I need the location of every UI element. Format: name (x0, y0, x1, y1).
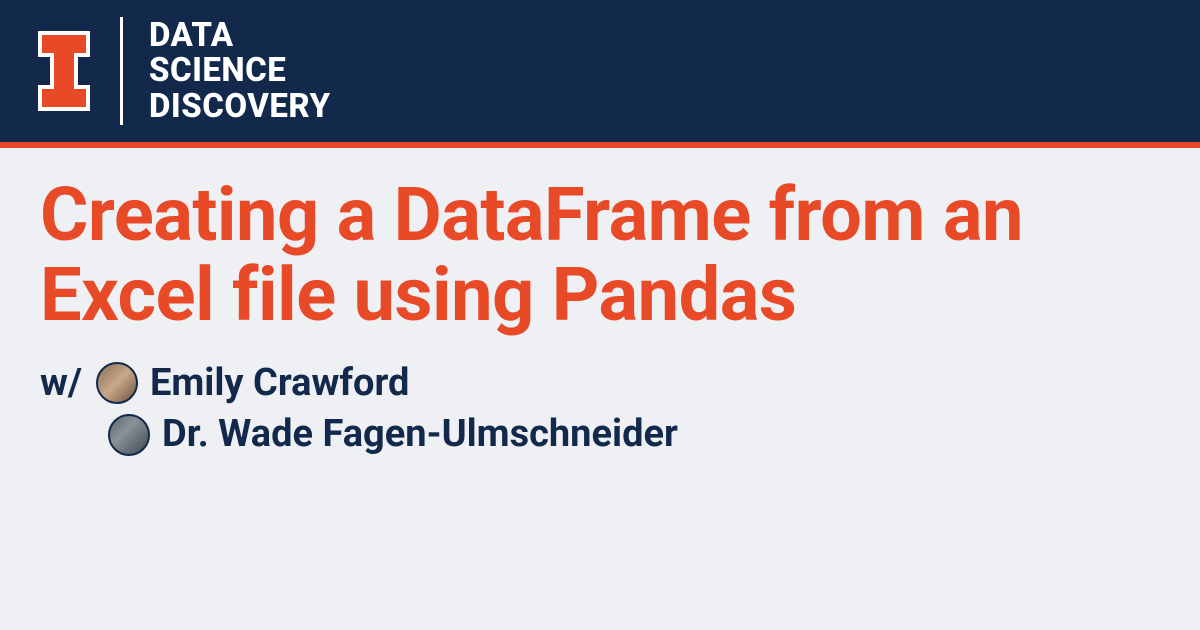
author-row-1: w/ Emily Crawford (40, 358, 1160, 409)
author-name-2: Dr. Wade Fagen-Ulmschneider (162, 409, 678, 460)
header-divider (120, 17, 123, 125)
authors-block: w/ Emily Crawford Dr. Wade Fagen-Ulmschn… (40, 358, 1160, 461)
content-area: Creating a DataFrame from an Excel file … (0, 148, 1200, 460)
page-title: Creating a DataFrame from an Excel file … (40, 176, 1160, 336)
author-row-2: Dr. Wade Fagen-Ulmschneider (108, 409, 1160, 460)
site-wordmark: DATA SCIENCE DISCOVERY (149, 18, 331, 125)
wordmark-line-2: SCIENCE (149, 53, 331, 89)
authors-prefix: w/ (40, 358, 82, 409)
author-name-1: Emily Crawford (150, 358, 409, 409)
block-i-icon (36, 29, 92, 113)
wordmark-line-1: DATA (149, 18, 331, 54)
header-bar: DATA SCIENCE DISCOVERY (0, 0, 1200, 148)
illinois-block-i-logo (36, 29, 92, 113)
avatar-emily (96, 362, 138, 404)
wordmark-line-3: DISCOVERY (149, 89, 331, 125)
avatar-wade (108, 414, 150, 456)
